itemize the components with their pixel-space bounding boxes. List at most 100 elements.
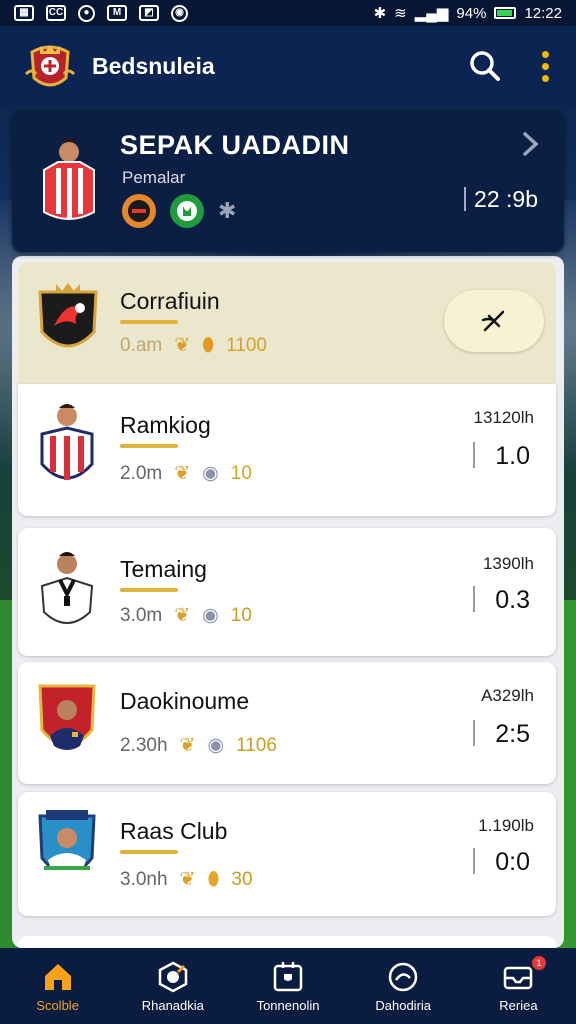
- meta-value: 1106: [236, 734, 277, 756]
- club-list: Corrafiuin 0.am ❦ ⬮ 1100 Ramkiog 2.0m ❦: [12, 256, 564, 948]
- player-jersey-icon: [40, 404, 94, 480]
- club-name: Daokinoume: [120, 688, 250, 714]
- app-bar: Bedsnuleia: [0, 26, 576, 106]
- club-meta: 3.0m ❦ ◉ 10: [120, 604, 252, 627]
- list-item-partial[interactable]: [18, 936, 556, 948]
- club-name: Raas Club: [120, 818, 228, 844]
- more-vert-icon[interactable]: [542, 50, 550, 82]
- list-item[interactable]: Raas Club 3.0nh ❦ ⬮ 30 1.190lb 0:0: [18, 792, 556, 916]
- featured-time: 22 :9b: [464, 186, 538, 213]
- name-underline: [120, 850, 178, 854]
- battery-icon: [494, 7, 517, 19]
- inbox-icon: [504, 966, 533, 989]
- club-crest-icon: [38, 283, 98, 348]
- match-score: 0:0: [473, 848, 530, 877]
- meta-value: 10: [230, 604, 252, 626]
- match-time: A329lh: [481, 686, 534, 705]
- club-badge-icon: [122, 194, 156, 228]
- bottom-nav: Scolble Rhanadkia Tonnenolin Dahodiria 1…: [0, 948, 576, 1024]
- match-time: 1.190lb: [478, 816, 534, 835]
- app-title: Bedsnuleia: [92, 52, 215, 79]
- match-score: 0.3: [473, 586, 530, 615]
- featured-subtitle: Pemalar: [122, 168, 186, 187]
- medal-icon: ⬮: [207, 868, 220, 890]
- club-name: Corrafiuin: [120, 288, 220, 314]
- bluetooth-icon: ✱: [218, 198, 237, 223]
- check-badge-icon: ◉: [202, 605, 219, 626]
- check-badge-icon: ◉: [202, 463, 219, 484]
- meta-time: 2.30h: [120, 734, 168, 756]
- name-underline: [120, 320, 178, 324]
- meta-time: 2.0m: [120, 462, 163, 484]
- nav-item-inbox[interactable]: 1 Reriea: [461, 948, 576, 1024]
- list-item[interactable]: Ramkiog 2.0m ❦ ◉ 10 13120lh 1.0: [18, 384, 556, 516]
- check-badge-icon: ◉: [207, 735, 225, 756]
- meta-time: 3.0m: [120, 604, 163, 626]
- chevron-right-icon[interactable]: [518, 132, 542, 156]
- club-meta: 2.0m ❦ ◉ 10: [120, 462, 252, 485]
- match-time: 13120lh: [473, 408, 534, 427]
- nav-item-stats[interactable]: Dahodiria: [346, 948, 461, 1024]
- status-left-icons: ▦ CC ● M ◩ ◉: [14, 4, 188, 22]
- bluetooth-icon: ✱: [373, 5, 387, 22]
- meta-value: 1100: [226, 334, 267, 356]
- club-crest-icon: [38, 810, 96, 878]
- trophy-board-icon: [273, 961, 303, 991]
- green-badge-icon: [170, 194, 204, 228]
- featured-title: SEPAK UADADIN: [120, 130, 350, 160]
- nav-label: Reriea: [499, 997, 538, 1013]
- whistle-icon: [481, 310, 505, 332]
- club-crest-icon: [38, 684, 96, 750]
- name-underline: [120, 588, 178, 592]
- nav-label: Rhanadkia: [141, 997, 204, 1013]
- club-meta: 3.0nh ❦ ⬮ 30: [120, 868, 253, 891]
- ball-icon: [158, 961, 188, 992]
- list-item[interactable]: Corrafiuin 0.am ❦ ⬮ 1100: [18, 262, 556, 384]
- meta-value: 30: [231, 868, 253, 890]
- status-bar: ▦ CC ● M ◩ ◉ ✱ ≋ ▂▄▆ 94% 12:22: [0, 0, 576, 26]
- battery-level: 94%: [456, 4, 487, 22]
- match-time: 1390lh: [482, 554, 534, 573]
- nav-label: Dahodiria: [375, 997, 432, 1013]
- app-icon: M: [107, 5, 127, 21]
- gallery-icon: ▦: [14, 5, 34, 21]
- record-icon: ●: [78, 4, 95, 22]
- match-score: 2:5: [473, 720, 530, 749]
- stats-icon: [388, 962, 418, 991]
- trophy-icon: ❦: [174, 605, 191, 626]
- name-underline: [120, 444, 178, 448]
- player-jersey-icon: [40, 552, 94, 624]
- pin-icon: ⬮: [202, 334, 215, 356]
- nav-label: Tonnenolin: [256, 997, 320, 1013]
- featured-match-card[interactable]: SEPAK UADADIN Pemalar ✱ 22 :9b: [12, 110, 564, 252]
- wifi-icon: ≋: [394, 5, 407, 22]
- trophy-icon: ❦: [179, 869, 196, 890]
- club-name: Temaing: [120, 556, 207, 582]
- cc-icon: CC: [46, 5, 66, 21]
- home-icon: [44, 963, 71, 990]
- list-item[interactable]: Temaing 3.0m ❦ ◉ 10 1390lh 0.3: [18, 528, 556, 656]
- crest-icon: [24, 45, 76, 87]
- club-meta: 2.30h ❦ ◉ 1106: [120, 734, 277, 757]
- search-icon[interactable]: [468, 49, 502, 83]
- chrome-icon: ◉: [171, 4, 188, 22]
- trophy-icon: ❦: [174, 335, 191, 356]
- nav-item-tournaments[interactable]: Tonnenolin: [230, 948, 345, 1024]
- meta-value: 10: [230, 462, 252, 484]
- player-jersey-icon: [43, 138, 95, 220]
- status-time: 12:22: [524, 4, 562, 22]
- featured-badges: ✱: [122, 194, 236, 228]
- club-name: Ramkiog: [120, 412, 211, 438]
- nav-item-home[interactable]: Scolble: [0, 948, 115, 1024]
- photo-icon: ◩: [139, 5, 159, 21]
- status-right: ✱ ≋ ▂▄▆ 94% 12:22: [373, 4, 562, 23]
- list-item[interactable]: Daokinoume 2.30h ❦ ◉ 1106 A329lh 2:5: [18, 662, 556, 784]
- action-button[interactable]: [444, 290, 544, 352]
- club-meta: 0.am ❦ ⬮ 1100: [120, 334, 267, 357]
- nav-label: Scolble: [36, 997, 79, 1013]
- meta-time: 0.am: [120, 334, 163, 356]
- nav-item-matches[interactable]: Rhanadkia: [115, 948, 230, 1024]
- signal-icon: ▂▄▆: [414, 5, 449, 22]
- notification-badge: 1: [532, 956, 547, 970]
- match-score: 1.0: [473, 442, 530, 471]
